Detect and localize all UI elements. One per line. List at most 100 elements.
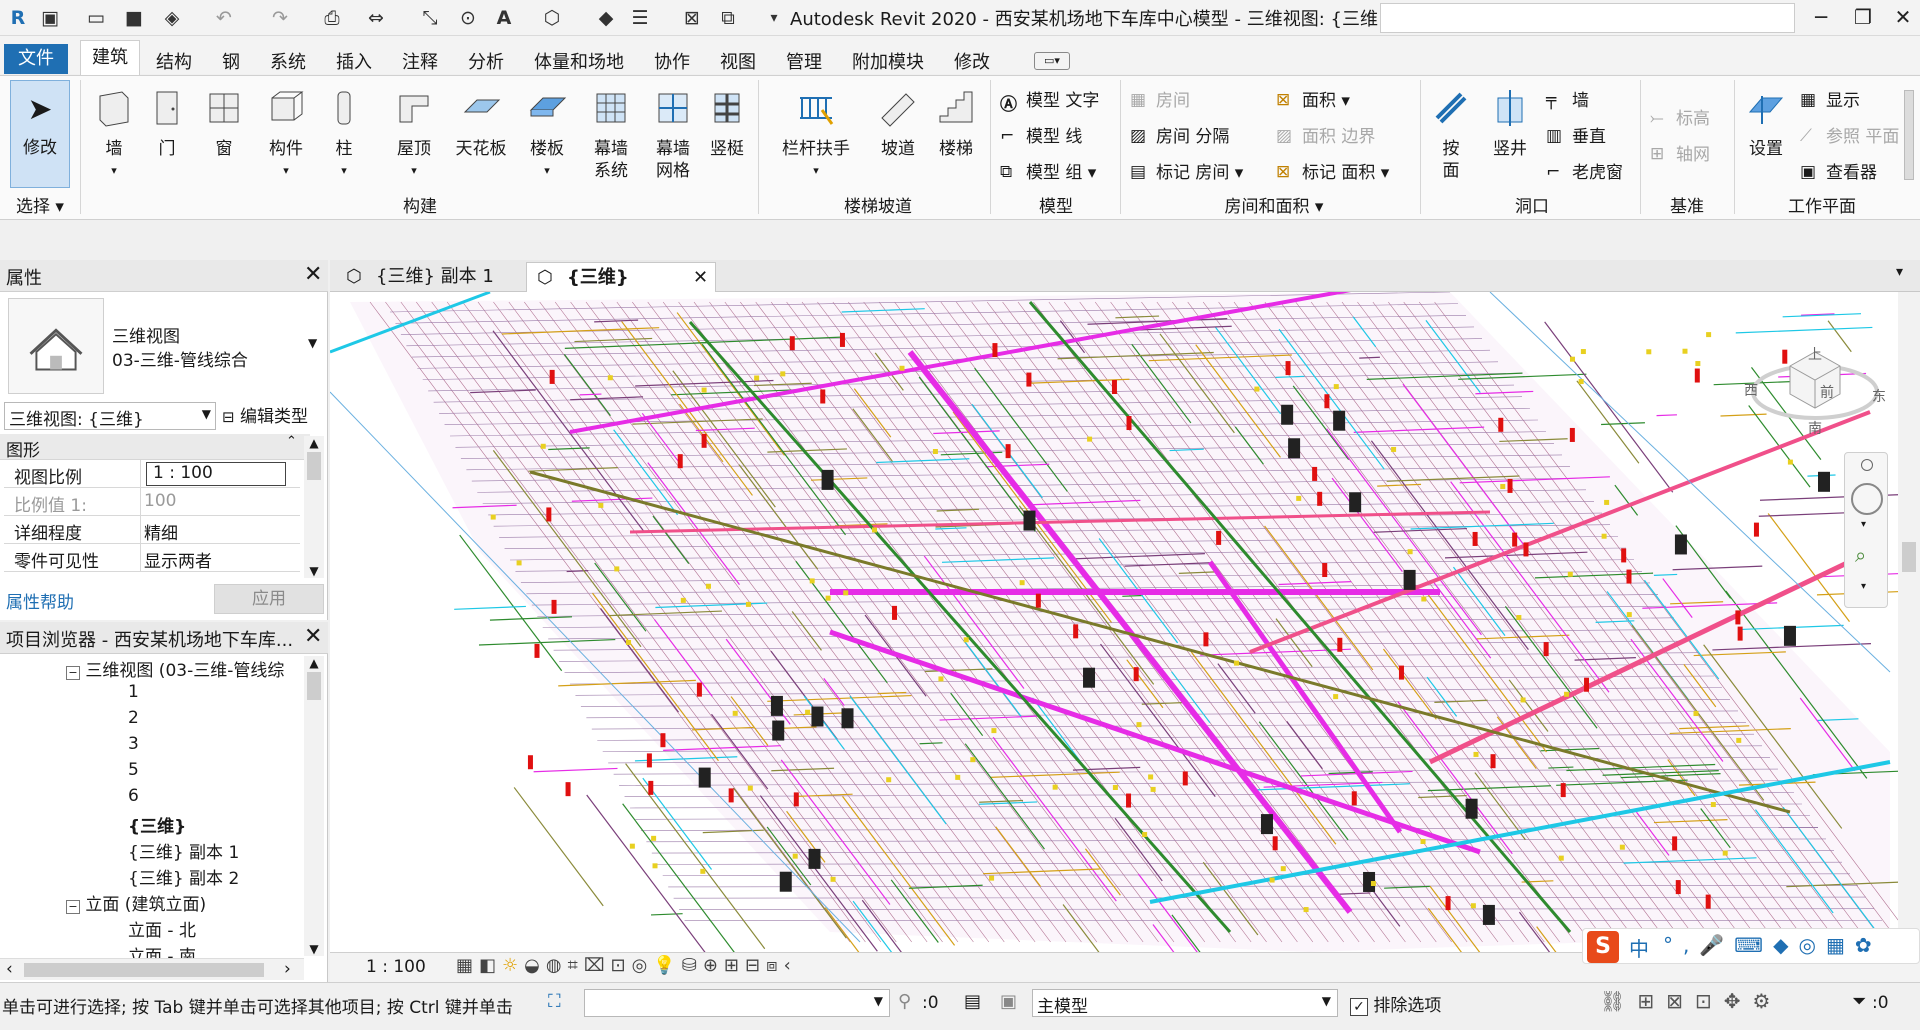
tabs-menu-icon[interactable]: ▾: [1896, 264, 1903, 280]
workset-dropdown[interactable]: ▼: [584, 989, 890, 1017]
ribbon-toggle-icon[interactable]: ▭▾: [1034, 52, 1070, 70]
tab-architecture[interactable]: 建筑: [80, 40, 140, 76]
mullion-button[interactable]: 竖梃: [704, 88, 750, 160]
shaft-button[interactable]: 竖井: [1482, 88, 1538, 160]
roof-button[interactable]: 屋顶 ▾: [386, 88, 442, 182]
view-tab-copy1[interactable]: ⬡ {三维} 副本 1: [336, 262, 526, 292]
search-input[interactable]: [1380, 3, 1795, 33]
room-separator-button[interactable]: ▨ 房间 分隔: [1130, 122, 1229, 148]
view-cube[interactable]: 上 前 西 南 东: [1744, 332, 1886, 437]
window-button[interactable]: 窗: [198, 88, 250, 160]
type-dropdown-icon[interactable]: ▼: [308, 336, 317, 350]
area-boundary-button[interactable]: ▨ 面积 边界: [1276, 122, 1375, 148]
railing-button[interactable]: 栏杆扶手 ▾: [776, 88, 856, 182]
thin-lines-icon[interactable]: ☰: [628, 6, 652, 30]
3d-viewport[interactable]: 上 前 西 南 东 ▾ ⌕ ▾: [330, 292, 1920, 952]
dimension-icon[interactable]: ⤡: [418, 6, 442, 30]
tree-node-elevations[interactable]: − 立面 (建筑立面): [66, 890, 206, 915]
restore-icon[interactable]: ❐: [1848, 4, 1878, 30]
save-icon[interactable]: ■: [122, 6, 146, 30]
browser-scrollbar[interactable]: ▲ ▼: [304, 656, 324, 956]
tag-icon[interactable]: ⊙: [456, 6, 480, 30]
tab-collaborate[interactable]: 协作: [654, 48, 690, 74]
undo-icon[interactable]: ↶: [212, 6, 236, 30]
model-line-button[interactable]: ⌐ 模型 线: [1000, 122, 1082, 148]
stair-button[interactable]: 楼梯: [930, 88, 982, 160]
tree-item[interactable]: {三维} 副本 1: [128, 838, 239, 863]
minimize-icon[interactable]: ─: [1806, 4, 1836, 30]
tree-item[interactable]: 6: [128, 786, 139, 806]
view-selector[interactable]: 三维视图: {三维} ▼: [4, 402, 216, 430]
component-button[interactable]: 构件 ▾: [256, 88, 316, 182]
tag-area-button[interactable]: ⊠ 标记 面积 ▾: [1276, 158, 1389, 184]
ceiling-button[interactable]: 天花板: [450, 88, 512, 160]
switch-window-icon[interactable]: ⧉: [716, 6, 740, 30]
apply-button[interactable]: 应用: [214, 584, 324, 614]
properties-scrollbar[interactable]: ▲ ▼: [304, 436, 324, 578]
ime-toolbar[interactable]: S 中 °,🎤⌨◆◎▦✿: [1582, 928, 1920, 964]
curtain-grid-button[interactable]: 幕墙 网格: [644, 88, 702, 182]
browser-close-icon[interactable]: ✕: [304, 624, 322, 649]
tag-room-button[interactable]: ▤ 标记 房间 ▾: [1130, 158, 1243, 184]
open-icon[interactable]: ▭: [84, 6, 108, 30]
tab-massing[interactable]: 体量和场地: [534, 48, 624, 74]
tab-analyze[interactable]: 分析: [468, 48, 504, 74]
wall-opening-button[interactable]: ╤ 墙: [1546, 86, 1589, 112]
door-button[interactable]: 门: [142, 88, 192, 160]
select-panel-label[interactable]: 选择 ▾: [10, 192, 70, 217]
grid-button[interactable]: ⊞ 轴网: [1650, 140, 1710, 166]
ribbon-scrollbar[interactable]: [1904, 90, 1914, 180]
tree-node-3d-views[interactable]: − 三维视图 (03-三维-管线综: [66, 656, 284, 681]
tree-item[interactable]: 5: [128, 760, 139, 780]
properties-close-icon[interactable]: ✕: [304, 262, 322, 287]
close-hidden-icon[interactable]: ⊠: [680, 6, 704, 30]
view-tab-3d[interactable]: ⬡ {三维} ✕: [526, 262, 716, 292]
prop-row-scale[interactable]: 视图比例 1 : 100: [4, 460, 300, 488]
design-option-dropdown[interactable]: 主模型 ▼: [1032, 989, 1338, 1017]
tab-insert[interactable]: 插入: [336, 48, 372, 74]
close-icon[interactable]: ✕: [1888, 4, 1918, 30]
3d-view-icon[interactable]: ⬡: [540, 6, 564, 30]
tab-manage[interactable]: 管理: [786, 48, 822, 74]
tree-item[interactable]: 3: [128, 734, 139, 754]
tree-item[interactable]: 2: [128, 708, 139, 728]
model-text-button[interactable]: Ⓐ 模型 文字: [1000, 86, 1099, 115]
selection-toggles[interactable]: ⛓⊞⊠⊡✥⚙: [1600, 989, 1782, 1013]
tab-systems[interactable]: 系统: [270, 48, 306, 74]
by-face-button[interactable]: 按面: [1428, 88, 1474, 182]
show-workplane-button[interactable]: ▦ 显示: [1800, 86, 1860, 112]
tab-file[interactable]: 文件: [4, 44, 68, 74]
section-icon[interactable]: ◆: [594, 6, 618, 30]
active-option-icon[interactable]: ▣: [1000, 991, 1017, 1012]
prop-row-detail-level[interactable]: 详细程度 精细: [4, 516, 300, 544]
viewer-button[interactable]: ▣ 查看器: [1800, 158, 1877, 184]
vertical-opening-button[interactable]: ▥ 垂直: [1546, 122, 1606, 148]
level-button[interactable]: ⤚ 标高: [1650, 104, 1710, 130]
tree-item-active[interactable]: {三维}: [128, 812, 186, 837]
exclude-options-checkbox[interactable]: ✓ 排除选项: [1350, 991, 1441, 1016]
curtain-system-button[interactable]: 幕墙 系统: [582, 88, 640, 182]
tab-modify[interactable]: 修改: [954, 48, 990, 74]
tab-addins[interactable]: 附加模块: [852, 48, 924, 74]
column-button[interactable]: 柱 ▾: [322, 88, 366, 182]
print-icon[interactable]: ⎙: [320, 6, 344, 30]
browser-hscrollbar[interactable]: ‹ ›: [0, 958, 304, 980]
tree-item[interactable]: 1: [128, 682, 139, 702]
ramp-button[interactable]: 坡道: [872, 88, 924, 160]
tab-view[interactable]: 视图: [720, 48, 756, 74]
revit-logo-icon[interactable]: R: [6, 6, 30, 30]
customize-qat-icon[interactable]: ▾: [762, 6, 786, 30]
tree-item[interactable]: {三维} 副本 2: [128, 864, 239, 889]
ref-plane-button[interactable]: ⟋ 参照 平面: [1800, 122, 1899, 148]
filter-icon[interactable]: ⏷: [1852, 991, 1866, 1012]
wall-button[interactable]: 墙 ▾: [86, 88, 142, 182]
pipe-model-drawing[interactable]: [330, 292, 1920, 952]
canvas-scrollbar[interactable]: [1898, 292, 1920, 952]
measure-icon[interactable]: ⇔: [364, 6, 388, 30]
view-controls-icons[interactable]: ▦◧☼◒◍⌗⌧⊡◎💡⛁⊕⊞⊟⧈‹: [456, 955, 797, 976]
scale-input[interactable]: 1 : 100: [146, 462, 286, 486]
sync-icon[interactable]: ◈: [160, 6, 184, 30]
view-scale[interactable]: 1 : 100: [366, 957, 426, 977]
tab-steel[interactable]: 钢: [222, 48, 240, 74]
text-icon[interactable]: A: [492, 6, 516, 30]
